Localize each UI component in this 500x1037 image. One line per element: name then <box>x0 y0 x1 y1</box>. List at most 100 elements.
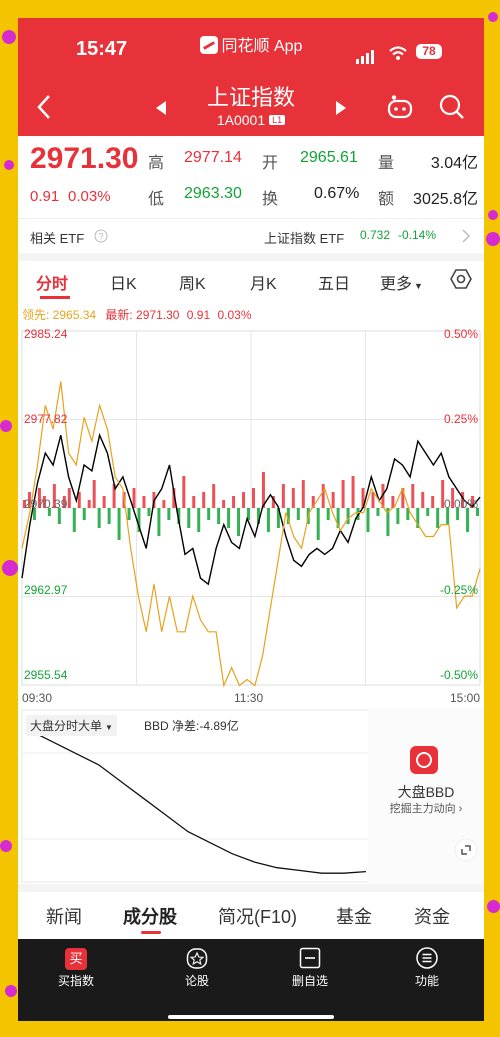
volume-bar <box>92 480 96 508</box>
decoration-dot <box>0 840 12 852</box>
tab-f10[interactable]: 简况(F10) <box>218 903 297 929</box>
tab-funds[interactable]: 基金 <box>336 903 372 929</box>
volume-bar <box>431 496 435 508</box>
search-icon[interactable] <box>439 94 465 120</box>
low-label: 低 <box>148 191 165 208</box>
volume-bar <box>411 484 415 508</box>
y-tick-right-bottom: -0.50% <box>439 668 478 682</box>
nav-remove-watchlist[interactable]: 删自选 <box>270 939 350 1021</box>
buy-icon: 买 <box>65 948 87 970</box>
decoration-dot <box>488 12 498 22</box>
related-etf-row[interactable]: 相关 ETF ? 上证指数 ETF 0.732 -0.14% <box>18 219 484 253</box>
tab-intraday[interactable]: 分时 <box>36 270 68 294</box>
volume-bar <box>366 508 370 532</box>
bbd-net-label: BBD 净差:-4.89亿 <box>144 719 239 733</box>
tab-monthly-k[interactable]: 月K <box>250 270 277 294</box>
volume-bar <box>321 484 325 508</box>
intraday-chart[interactable] <box>18 323 484 688</box>
volume-bar <box>182 476 186 508</box>
bottom-nav: 买 买指数 论股 删自选 功能 <box>18 939 484 1021</box>
volume-bar <box>326 508 330 520</box>
app-header: 15:47 同花顺 App 78 上证指数 1A0001 L1 <box>18 18 484 136</box>
volume-bar <box>207 508 211 520</box>
tab-capital[interactable]: 资金 <box>414 903 450 929</box>
volume-bar <box>396 508 400 524</box>
tab-more-label: 更多 <box>380 276 413 293</box>
y-tick-left-bottom: 2955.54 <box>24 668 68 682</box>
volume-bar <box>436 508 440 528</box>
nav-buy-index[interactable]: 买 买指数 <box>36 939 116 1021</box>
volume-bar <box>167 508 171 520</box>
volume-bar <box>162 500 166 508</box>
legend-change-pct: 0.03% <box>217 308 252 322</box>
volume-bar <box>157 508 161 536</box>
volume-bar <box>376 508 380 516</box>
decoration-dot <box>5 985 17 997</box>
signal-icon <box>356 46 376 64</box>
tab-more[interactable]: 更多 ▼ <box>380 270 423 294</box>
nav-discuss-label: 论股 <box>184 974 209 988</box>
volume-bar <box>341 480 345 508</box>
volume-bar <box>127 508 131 520</box>
menu-icon <box>416 947 438 969</box>
svg-text:?: ? <box>98 232 103 242</box>
x-tick-close: 15:00 <box>449 691 480 705</box>
active-tab-indicator <box>141 931 161 934</box>
caret-down-icon: ▼ <box>414 281 423 291</box>
volume-bar <box>296 508 300 520</box>
decoration-dot <box>2 30 16 44</box>
tab-five-day[interactable]: 五日 <box>318 270 350 294</box>
index-code: 1A0001 L1 <box>18 112 484 128</box>
volume-bar <box>222 500 226 508</box>
volume-label: 量 <box>378 155 395 172</box>
volume-bar <box>107 508 111 524</box>
decoration-dot <box>0 420 12 432</box>
tab-news[interactable]: 新闻 <box>46 903 82 929</box>
high-label: 高 <box>148 155 165 172</box>
chart-legend: 领先: 2965.34 最新: 2971.30 0.91 0.03% <box>22 306 252 323</box>
expand-icon[interactable] <box>454 838 478 862</box>
app-logo-icon <box>199 36 218 54</box>
phone-screen: 15:47 同花顺 App 78 上证指数 1A0001 L1 2971.30 0… <box>18 18 484 1021</box>
bbd-selector[interactable]: 大盘分时大单 ▼ <box>26 715 117 736</box>
volume-bar <box>291 488 295 508</box>
help-icon[interactable]: ? <box>94 229 108 243</box>
volume-bar <box>117 508 121 540</box>
legend-leader: 领先: 2965.34 <box>22 308 97 322</box>
y-tick-right-lower: -0.25% <box>439 583 478 597</box>
active-tab-indicator <box>40 296 70 299</box>
etf-change: -0.14% <box>398 228 437 242</box>
nav-functions[interactable]: 功能 <box>387 939 467 1021</box>
index-code-label: 1A0001 <box>216 112 266 128</box>
bbd-logo-mark <box>416 752 432 768</box>
volume-bar <box>202 492 206 508</box>
decoration-dot <box>487 900 500 913</box>
volume-bar <box>371 492 375 508</box>
volume-bar <box>97 508 101 528</box>
price-change-pct: 0.03% <box>68 188 111 205</box>
high-value: 2977.14 <box>184 149 242 166</box>
assistant-robot-icon[interactable] <box>386 94 414 120</box>
volume-bar <box>466 508 470 532</box>
bbd-promo-card[interactable]: 大盘BBD 挖掘主力动向 › <box>368 708 484 884</box>
volume-bar <box>251 488 255 508</box>
tab-daily-k[interactable]: 日K <box>110 270 137 294</box>
volume-bar <box>67 488 71 508</box>
volume-bar <box>132 488 136 508</box>
bbd-selector-label: 大盘分时大单 <box>30 719 103 733</box>
open-value: 2965.61 <box>300 149 358 166</box>
volume-bar <box>281 484 285 508</box>
settings-icon[interactable] <box>450 268 472 290</box>
legend-latest: 最新: 2971.30 <box>105 308 180 322</box>
x-tick-noon: 11:30 <box>234 691 264 705</box>
volume-bar <box>212 484 216 508</box>
nav-discuss[interactable]: 论股 <box>157 939 237 1021</box>
amount-value: 3025.8亿 <box>413 191 478 208</box>
bbd-logo-icon <box>410 746 438 774</box>
app-name: 同花顺 App <box>18 32 484 56</box>
tab-constituents[interactable]: 成分股 <box>123 903 177 929</box>
y-tick-left-mid: 2970.39 <box>24 497 68 511</box>
chevron-right-icon <box>462 229 470 243</box>
tab-weekly-k[interactable]: 周K <box>179 270 206 294</box>
volume-bar <box>266 508 270 532</box>
